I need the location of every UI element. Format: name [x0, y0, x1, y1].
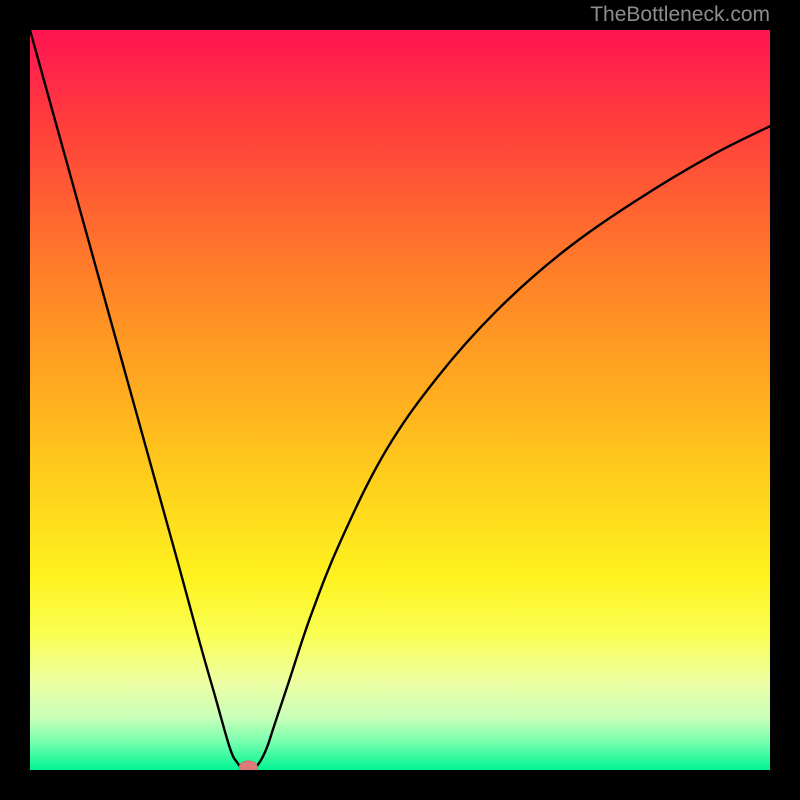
watermark-text: TheBottleneck.com — [590, 0, 770, 30]
plot-area — [30, 30, 770, 770]
chart-svg — [30, 30, 770, 770]
bottleneck-curve-line — [30, 30, 770, 770]
optimal-point-marker — [239, 761, 257, 770]
chart-container: TheBottleneck.com — [0, 0, 800, 800]
